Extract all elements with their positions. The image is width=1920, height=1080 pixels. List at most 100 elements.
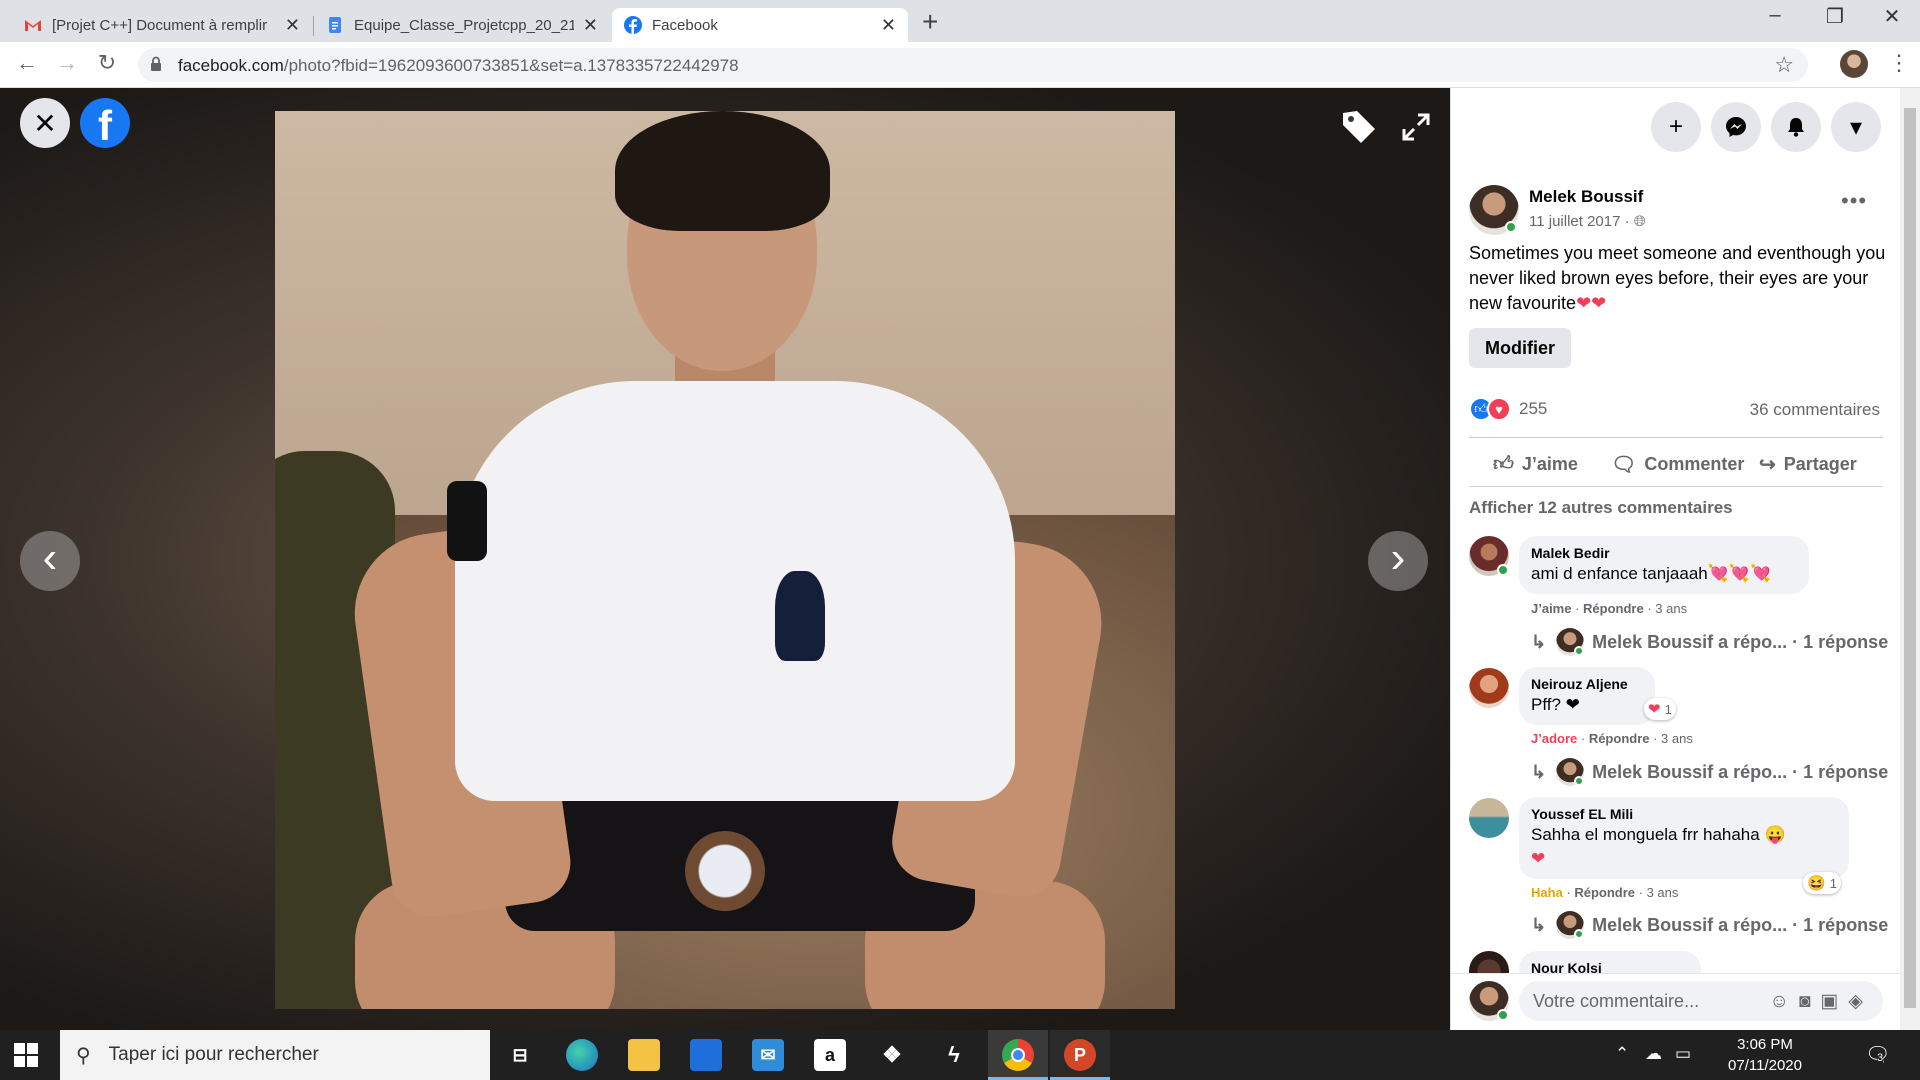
task-view-icon[interactable]: ⊟ xyxy=(504,1039,536,1071)
onedrive-icon[interactable]: ☁ xyxy=(1645,1044,1662,1064)
gif-icon[interactable]: ▣ xyxy=(1820,991,1848,1012)
post-date[interactable]: 11 juillet 2017 · 🌐︎ xyxy=(1529,213,1646,230)
windows-start-icon[interactable] xyxy=(14,1043,38,1067)
commenter-avatar[interactable] xyxy=(1469,951,1509,973)
facebook-logo[interactable]: f xyxy=(80,98,130,149)
online-status-dot xyxy=(1497,1009,1509,1021)
comment-text: Sahha el monguela frr hahaha 😛 xyxy=(1531,825,1786,844)
author-avatar-wrap[interactable] xyxy=(1469,185,1519,235)
photo-hair xyxy=(615,111,830,231)
taskbar-search-box[interactable]: ⚲ Taper ici pour rechercher xyxy=(60,1030,490,1080)
profile-avatar[interactable] xyxy=(1840,50,1868,78)
tab-gmail[interactable]: [Projet C++] Document à remplir ✕ xyxy=(12,8,312,42)
battery-icon[interactable]: ▭ xyxy=(1675,1044,1691,1064)
share-icon: ↪ xyxy=(1759,454,1776,476)
comment-love-link[interactable]: J’adore xyxy=(1531,731,1577,746)
comment-age: 3 ans xyxy=(1655,601,1688,616)
store-icon[interactable] xyxy=(690,1039,722,1071)
comment-reply-link[interactable]: Répondre xyxy=(1583,601,1644,616)
tab-title: Facebook xyxy=(652,16,718,34)
account-menu-button[interactable]: ▾ xyxy=(1831,102,1881,152)
comment-bubble: Malek Bedir ami d enfance tanjaaah💘💘💘 xyxy=(1519,536,1809,594)
minimize-button[interactable]: – xyxy=(1755,4,1795,27)
fullscreen-button[interactable] xyxy=(1395,106,1437,148)
reply-arrow-icon: ↳ xyxy=(1531,914,1547,935)
window-close-button[interactable]: ✕ xyxy=(1872,4,1912,29)
commenter-name[interactable]: Neirouz Aljene xyxy=(1531,676,1643,692)
tab-close-icon[interactable]: ✕ xyxy=(285,15,300,36)
post-options-button[interactable]: ••• xyxy=(1841,188,1867,214)
commenter-name[interactable]: Youssef EL Mili xyxy=(1531,806,1837,822)
dropbox-icon[interactable]: ❖ xyxy=(876,1039,908,1071)
comments-count[interactable]: 36 commentaires xyxy=(1750,400,1880,420)
edit-post-button[interactable]: Modifier xyxy=(1469,328,1571,368)
tag-photo-button[interactable] xyxy=(1338,106,1380,148)
reply-thread-link[interactable]: ↳ Melek Boussif a répo... · 1 réponse xyxy=(1531,911,1888,939)
comment-meta: Haha · Répondre · 3 ans xyxy=(1531,885,1679,900)
reload-button[interactable]: ↻ xyxy=(92,50,122,76)
commenter-name[interactable]: Nour Kolsi xyxy=(1531,960,1689,973)
commenter-avatar[interactable] xyxy=(1469,536,1509,576)
caret-down-icon: ▾ xyxy=(1849,113,1863,141)
previous-photo-button[interactable]: ‹ xyxy=(20,531,80,591)
tab-facebook[interactable]: Facebook ✕ xyxy=(612,8,908,42)
close-viewer-button[interactable]: ✕ xyxy=(20,98,70,148)
taskbar-clock[interactable]: 3:06 PM 07/11/2020 xyxy=(1720,1034,1810,1076)
scrollbar-thumb[interactable] xyxy=(1904,108,1916,1008)
like-button[interactable]: 👍︎ J’aime xyxy=(1493,452,1578,476)
comment-reply-link[interactable]: Répondre xyxy=(1589,731,1650,746)
bookmark-star-icon[interactable]: ☆ xyxy=(1774,52,1794,78)
mail-icon[interactable]: ✉ xyxy=(752,1039,784,1071)
show-hidden-icons-icon[interactable]: ⌃ xyxy=(1615,1044,1629,1064)
amazon-icon[interactable]: a xyxy=(814,1039,846,1071)
comment-haha-link[interactable]: Haha xyxy=(1531,885,1563,900)
comment-text: Pff? ❤ xyxy=(1531,695,1580,714)
tab-docs[interactable]: Equipe_Classe_Projetcpp_20_21 - ✕ xyxy=(314,8,610,42)
share-button[interactable]: ↪ Partager xyxy=(1759,452,1857,477)
post-side-panel: + ▾ Melek Boussif 11 juillet 2017 · 🌐︎ •… xyxy=(1450,88,1900,1030)
reply-count: · 1 réponse xyxy=(1792,761,1889,782)
composer-tools: ☺◙▣◈ xyxy=(1770,990,1873,1013)
emoji-icon[interactable]: ☺ xyxy=(1770,991,1799,1012)
comment-button[interactable]: 🗨︎ Commenter xyxy=(1611,452,1744,477)
file-explorer-icon[interactable] xyxy=(628,1039,660,1071)
browser-menu-icon[interactable]: ⋮ xyxy=(1888,50,1910,76)
page-scrollbar[interactable] xyxy=(1900,88,1920,1030)
commenter-avatar[interactable] xyxy=(1469,798,1509,838)
sticker-icon[interactable]: ◈ xyxy=(1848,991,1873,1012)
app-icon[interactable]: ϟ xyxy=(938,1039,970,1071)
tab-close-icon[interactable]: ✕ xyxy=(583,15,598,36)
divider xyxy=(1469,437,1883,438)
reply-thread-link[interactable]: ↳ Melek Boussif a répo... · 1 réponse xyxy=(1531,628,1888,656)
create-button[interactable]: + xyxy=(1651,102,1701,152)
chrome-icon[interactable] xyxy=(1002,1039,1034,1071)
commenter-avatar[interactable] xyxy=(1469,668,1509,708)
taskbar-search-placeholder: Taper ici pour rechercher xyxy=(108,1044,319,1065)
powerpoint-icon[interactable]: P xyxy=(1064,1039,1096,1071)
view-more-comments-link[interactable]: Afficher 12 autres commentaires xyxy=(1469,498,1733,518)
comment-reaction-badge[interactable]: 😆 1 xyxy=(1803,872,1841,894)
forward-button[interactable]: → xyxy=(52,50,82,76)
messenger-button[interactable] xyxy=(1711,102,1761,152)
comment-reaction-badge[interactable]: ❤ 1 xyxy=(1644,698,1676,720)
avatar-image xyxy=(1469,668,1509,708)
tag-icon xyxy=(1343,111,1375,143)
comment-reply-link[interactable]: Répondre xyxy=(1574,885,1635,900)
comment-input[interactable]: Votre commentaire... ☺◙▣◈ xyxy=(1519,981,1883,1021)
search-icon: ⚲ xyxy=(76,1044,91,1067)
reply-thread-link[interactable]: ↳ Melek Boussif a répo... · 1 réponse xyxy=(1531,758,1888,786)
action-center-icon[interactable]: 🗨︎3 xyxy=(1865,1042,1890,1067)
edge-icon[interactable] xyxy=(566,1039,598,1071)
notifications-button[interactable] xyxy=(1771,102,1821,152)
post-author-name[interactable]: Melek Boussif xyxy=(1529,187,1643,207)
tab-close-icon[interactable]: ✕ xyxy=(881,15,896,36)
back-button[interactable]: ← xyxy=(12,50,42,76)
new-tab-button[interactable]: + xyxy=(922,8,938,36)
next-photo-button[interactable]: › xyxy=(1368,531,1428,591)
commenter-name[interactable]: Malek Bedir xyxy=(1531,545,1797,561)
comment-like-link[interactable]: J’aime xyxy=(1531,601,1571,616)
camera-icon[interactable]: ◙ xyxy=(1799,991,1820,1012)
reaction-summary[interactable]: 👍︎ ♥ 255 xyxy=(1469,396,1547,422)
maximize-button[interactable]: ❐ xyxy=(1815,4,1855,29)
address-bar[interactable]: facebook.com/photo?fbid=1962093600733851… xyxy=(138,48,1808,82)
